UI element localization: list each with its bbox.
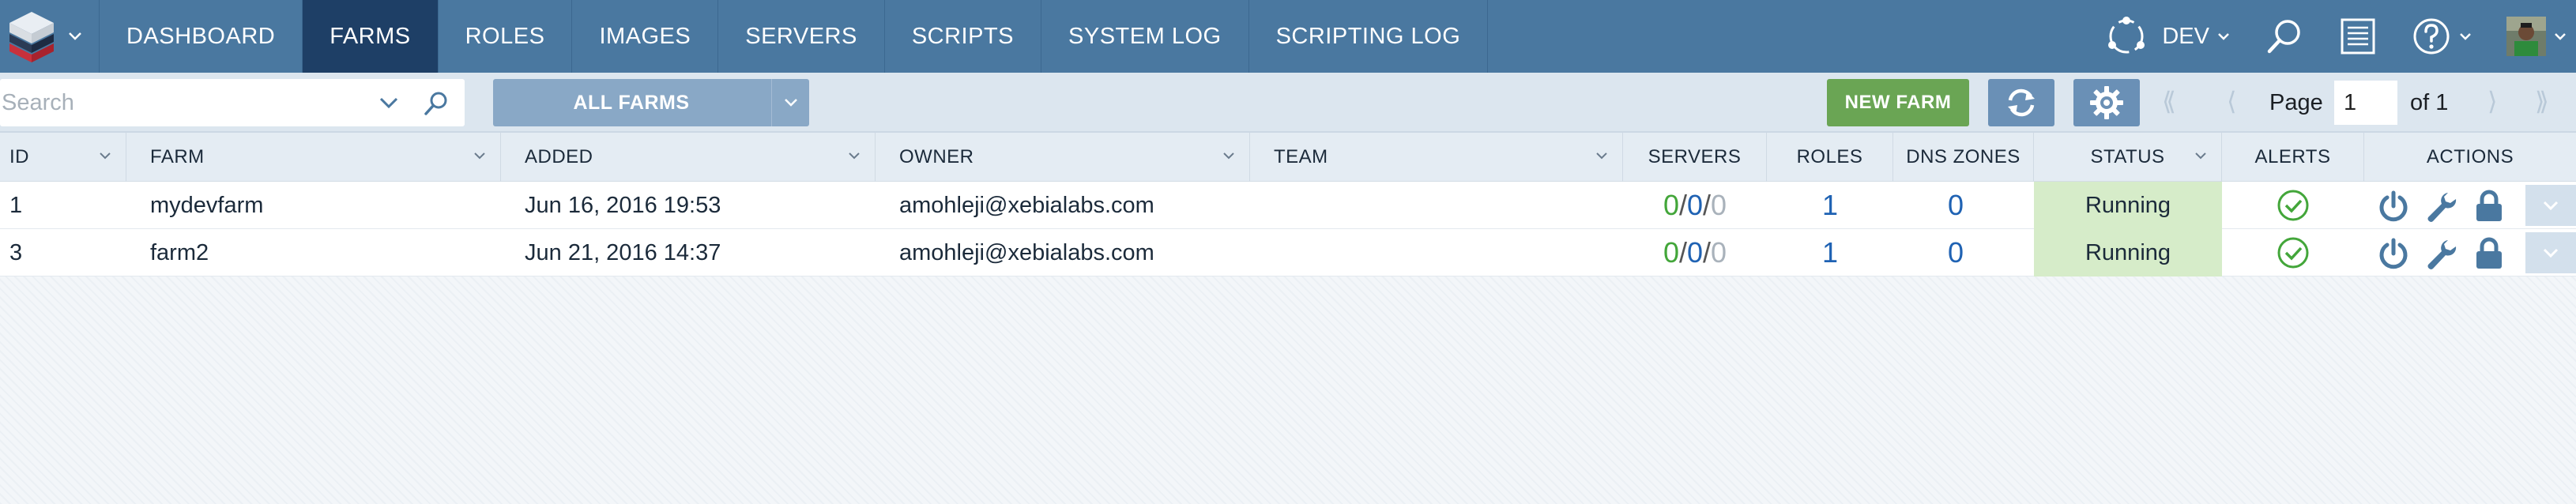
cell-roles[interactable]: 1 (1767, 229, 1893, 276)
cell-roles[interactable]: 1 (1767, 182, 1893, 229)
cell-servers[interactable]: 0/0/0 (1623, 182, 1767, 229)
status-badge: Running (2034, 229, 2222, 276)
cell-alerts[interactable] (2222, 229, 2364, 276)
help-menu[interactable] (2394, 0, 2489, 73)
cell-dns-zones[interactable]: 0 (1893, 182, 2018, 229)
nav-scripting-log[interactable]: SCRIPTING LOG (1249, 0, 1489, 73)
farms-table: ID FARM ADDED OWNER TEAM SERVERS ROLES D… (0, 133, 2576, 276)
chevron-down-icon (474, 152, 485, 160)
row-menu-button[interactable] (2525, 232, 2576, 273)
nav-system-log[interactable]: SYSTEM LOG (1041, 0, 1249, 73)
servers-running: 0 (1663, 189, 1679, 221)
cell-dns-zones[interactable]: 0 (1893, 229, 2018, 276)
cell-added: Jun 16, 2016 19:53 (525, 192, 721, 218)
environment-label: DEV (2162, 23, 2209, 49)
pagination: ⟪ ⟨ Page of 1 ⟩ ⟫ (0, 73, 2576, 133)
next-page-icon[interactable]: ⟩ (2487, 86, 2497, 116)
nav-farms[interactable]: FARMS (303, 0, 439, 73)
global-search-button[interactable] (2247, 0, 2322, 73)
check-circle-icon (2277, 237, 2309, 269)
column-header-id[interactable]: ID (0, 133, 126, 182)
app-logo-menu[interactable] (0, 0, 100, 73)
column-header-dns-zones: DNS ZONES (1893, 133, 2034, 182)
user-menu[interactable] (2489, 0, 2576, 73)
servers-stopped: 0 (1711, 236, 1727, 269)
cell-alerts[interactable] (2222, 182, 2364, 229)
avatar (2506, 17, 2546, 56)
servers-pending: 0 (1686, 236, 1704, 269)
wrench-icon[interactable] (2424, 190, 2457, 223)
help-icon (2413, 18, 2450, 55)
chevron-down-icon (1596, 152, 1607, 160)
prev-page-icon[interactable]: ⟨ (2227, 86, 2236, 116)
nav-roles[interactable]: ROLES (439, 0, 573, 73)
column-header-status[interactable]: STATUS (2034, 133, 2222, 182)
wrench-icon[interactable] (2424, 237, 2457, 270)
nav-dashboard[interactable]: DASHBOARD (100, 0, 303, 73)
page-number-input[interactable] (2334, 81, 2397, 125)
chevron-down-icon (100, 152, 111, 160)
column-header-servers: SERVERS (1623, 133, 1767, 182)
cell-owner: amohleji@xebialabs.com (899, 192, 1154, 218)
column-header-added[interactable]: ADDED (501, 133, 876, 182)
cell-owner: amohleji@xebialabs.com (899, 239, 1154, 265)
row-menu-button[interactable] (2525, 185, 2576, 226)
chevron-down-icon (2555, 33, 2566, 40)
cell-id: 3 (9, 239, 23, 265)
table-row[interactable]: 3 farm2 Jun 21, 2016 14:37 amohleji@xebi… (0, 229, 2576, 276)
power-icon[interactable] (2377, 237, 2410, 270)
column-header-alerts: ALERTS (2222, 133, 2364, 182)
page-label: Page (2269, 90, 2323, 115)
chevron-down-icon (2543, 248, 2559, 258)
cell-servers[interactable]: 0/0/0 (1623, 229, 1767, 276)
top-navigation: DASHBOARD FARMS ROLES IMAGES SERVERS SCR… (0, 0, 2576, 73)
check-circle-icon (2277, 190, 2309, 221)
cell-farm-name[interactable]: farm2 (150, 229, 209, 276)
column-header-roles: ROLES (1767, 133, 1893, 182)
lock-icon[interactable] (2473, 190, 2505, 223)
column-header-team[interactable]: TEAM (1250, 133, 1623, 182)
logo-icon (9, 12, 54, 62)
servers-stopped: 0 (1711, 189, 1727, 221)
page-total: of 1 (2410, 90, 2449, 115)
table-row[interactable]: 1 mydevfarm Jun 16, 2016 19:53 amohleji@… (0, 182, 2576, 229)
env-icon (2108, 17, 2145, 54)
chevron-down-icon (2218, 33, 2229, 40)
power-icon[interactable] (2377, 190, 2410, 223)
servers-running: 0 (1663, 236, 1679, 269)
column-header-farm[interactable]: FARM (126, 133, 501, 182)
nav-scripts[interactable]: SCRIPTS (885, 0, 1042, 73)
chevron-down-icon (2460, 33, 2471, 40)
chevron-down-icon (69, 32, 81, 40)
cell-farm-name[interactable]: mydevfarm (150, 182, 263, 229)
first-page-icon[interactable]: ⟪ (2162, 86, 2176, 116)
column-header-actions: ACTIONS (2426, 146, 2514, 167)
servers-pending: 0 (1686, 189, 1704, 221)
search-icon (2267, 20, 2300, 54)
table-header: ID FARM ADDED OWNER TEAM SERVERS ROLES D… (0, 133, 2576, 182)
status-badge: Running (2034, 182, 2222, 229)
nav-servers[interactable]: SERVERS (718, 0, 885, 73)
lock-icon[interactable] (2473, 237, 2505, 270)
log-button[interactable] (2322, 0, 2394, 73)
chevron-down-icon (2543, 201, 2559, 210)
chevron-down-icon (2195, 152, 2206, 160)
environment-selector[interactable]: DEV (2088, 0, 2247, 73)
cell-id: 1 (9, 192, 23, 218)
column-header-owner[interactable]: OWNER (876, 133, 1250, 182)
log-icon (2341, 18, 2375, 55)
nav-images[interactable]: IMAGES (572, 0, 719, 73)
chevron-down-icon (849, 152, 860, 160)
chevron-down-icon (1223, 152, 1234, 160)
last-page-icon[interactable]: ⟫ (2535, 86, 2549, 116)
toolbar: ALL FARMS NEW FARM ⟪ (0, 73, 2576, 133)
cell-added: Jun 21, 2016 14:37 (525, 239, 721, 265)
